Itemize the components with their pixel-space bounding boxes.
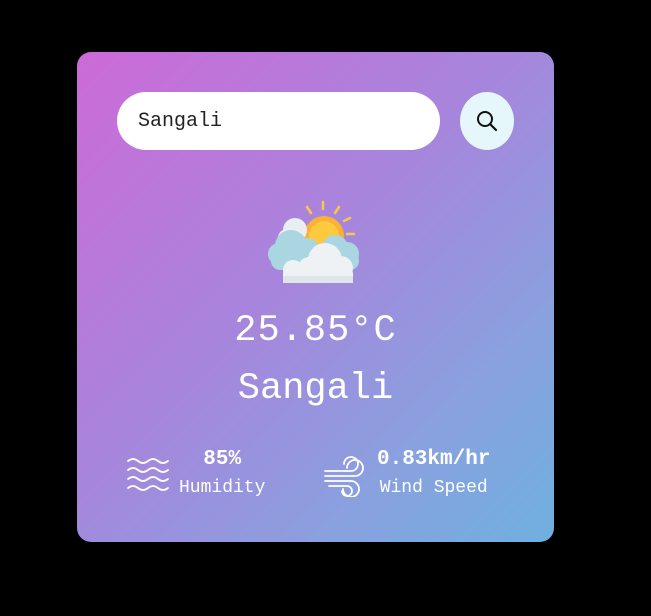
wind-stat: 0.83km/hr Wind Speed [323,448,490,501]
wind-speed-label: Wind Speed [379,478,488,498]
city-search-input[interactable] [117,92,440,150]
wind-icon [324,455,364,497]
humidity-value: 85% [203,448,242,471]
search-icon [477,111,498,132]
humidity-stat: 85% Humidity [125,448,265,501]
wind-speed-value: 0.83km/hr [377,448,491,471]
partly-cloudy-icon [268,200,359,283]
city-name: Sangali [237,368,394,410]
weather-card: 25.85°C Sangali 85% Humidity 0.83k [77,52,554,542]
temperature-value: 25.85°C [234,310,397,352]
search-button[interactable] [460,92,514,150]
humidity-waves-icon [127,457,169,491]
humidity-label: Humidity [179,478,266,498]
